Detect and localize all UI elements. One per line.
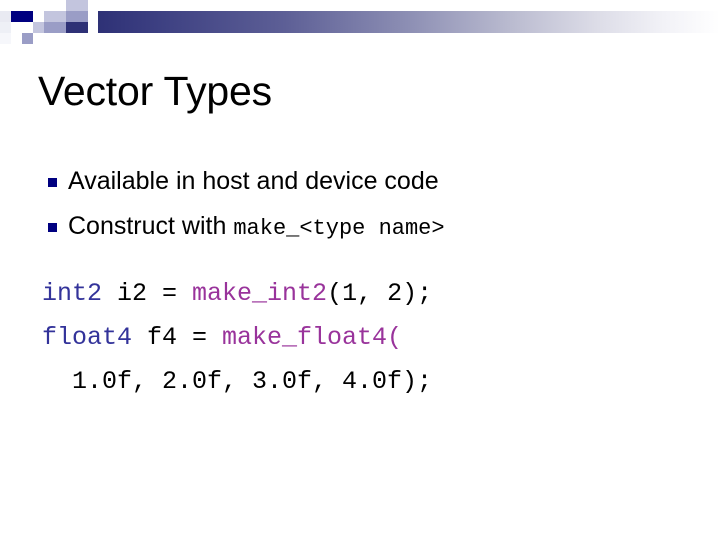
header-deco-cell <box>66 0 77 11</box>
list-item: Available in host and device code <box>38 160 698 205</box>
header-gradient-bar <box>98 11 720 33</box>
header-deco-cell <box>0 11 11 22</box>
code-line: 1.0f, 2.0f, 3.0f, 4.0f); <box>42 360 698 404</box>
code-token-type: float4 <box>42 323 133 352</box>
square-bullet-icon <box>48 223 57 232</box>
code-line: int2 i2 = make_int2(1, 2); <box>42 272 698 316</box>
header-deco-cell <box>77 11 88 22</box>
code-block: int2 i2 = make_int2(1, 2); float4 f4 = ma… <box>38 272 698 404</box>
header-deco-cell <box>77 0 88 11</box>
slide-header-decoration <box>0 0 720 50</box>
code-token-type: int2 <box>42 279 103 308</box>
bullet-label: Available in host and device code <box>68 167 439 195</box>
header-deco-cell <box>33 22 44 33</box>
bullet-list: Available in host and device code Constr… <box>38 160 698 250</box>
square-bullet-icon <box>48 178 57 187</box>
header-deco-cell <box>22 33 33 44</box>
slide-body: Available in host and device code Constr… <box>38 160 698 404</box>
code-token-plain: 1.0f, 2.0f, 3.0f, 4.0f); <box>42 367 433 396</box>
header-deco-cell <box>55 0 66 11</box>
header-deco-cell <box>44 11 55 22</box>
code-line: float4 f4 = make_float4( <box>42 316 698 360</box>
code-token-plain: i2 = <box>102 279 193 308</box>
header-deco-cell <box>0 22 11 33</box>
header-deco-cell <box>55 11 66 22</box>
code-token-func: make_float4( <box>222 323 403 352</box>
code-token-func: make_int2 <box>192 279 328 308</box>
code-token-plain: (1, 2); <box>327 279 433 308</box>
header-deco-cell <box>33 0 44 11</box>
header-deco-cell <box>44 22 55 33</box>
header-deco-cell <box>66 22 77 33</box>
header-deco-cell <box>22 22 33 33</box>
list-item: Construct with make_<type name> <box>38 205 698 250</box>
header-deco-cell <box>44 0 55 11</box>
header-deco-cell <box>11 22 22 33</box>
bullet-label: Construct with <box>68 212 234 240</box>
header-deco-cell <box>55 22 66 33</box>
slide-canvas: Vector Types Available in host and devic… <box>0 0 720 540</box>
header-deco-cell <box>66 11 77 22</box>
header-deco-cell <box>33 33 44 44</box>
header-deco-cell <box>33 11 44 22</box>
header-deco-cell <box>0 33 11 44</box>
header-deco-cell <box>11 11 33 22</box>
code-token-plain: f4 = <box>132 323 223 352</box>
header-deco-cell <box>77 22 88 33</box>
bullet-code-fragment: make_<type name> <box>233 216 445 241</box>
page-title: Vector Types <box>38 68 272 114</box>
